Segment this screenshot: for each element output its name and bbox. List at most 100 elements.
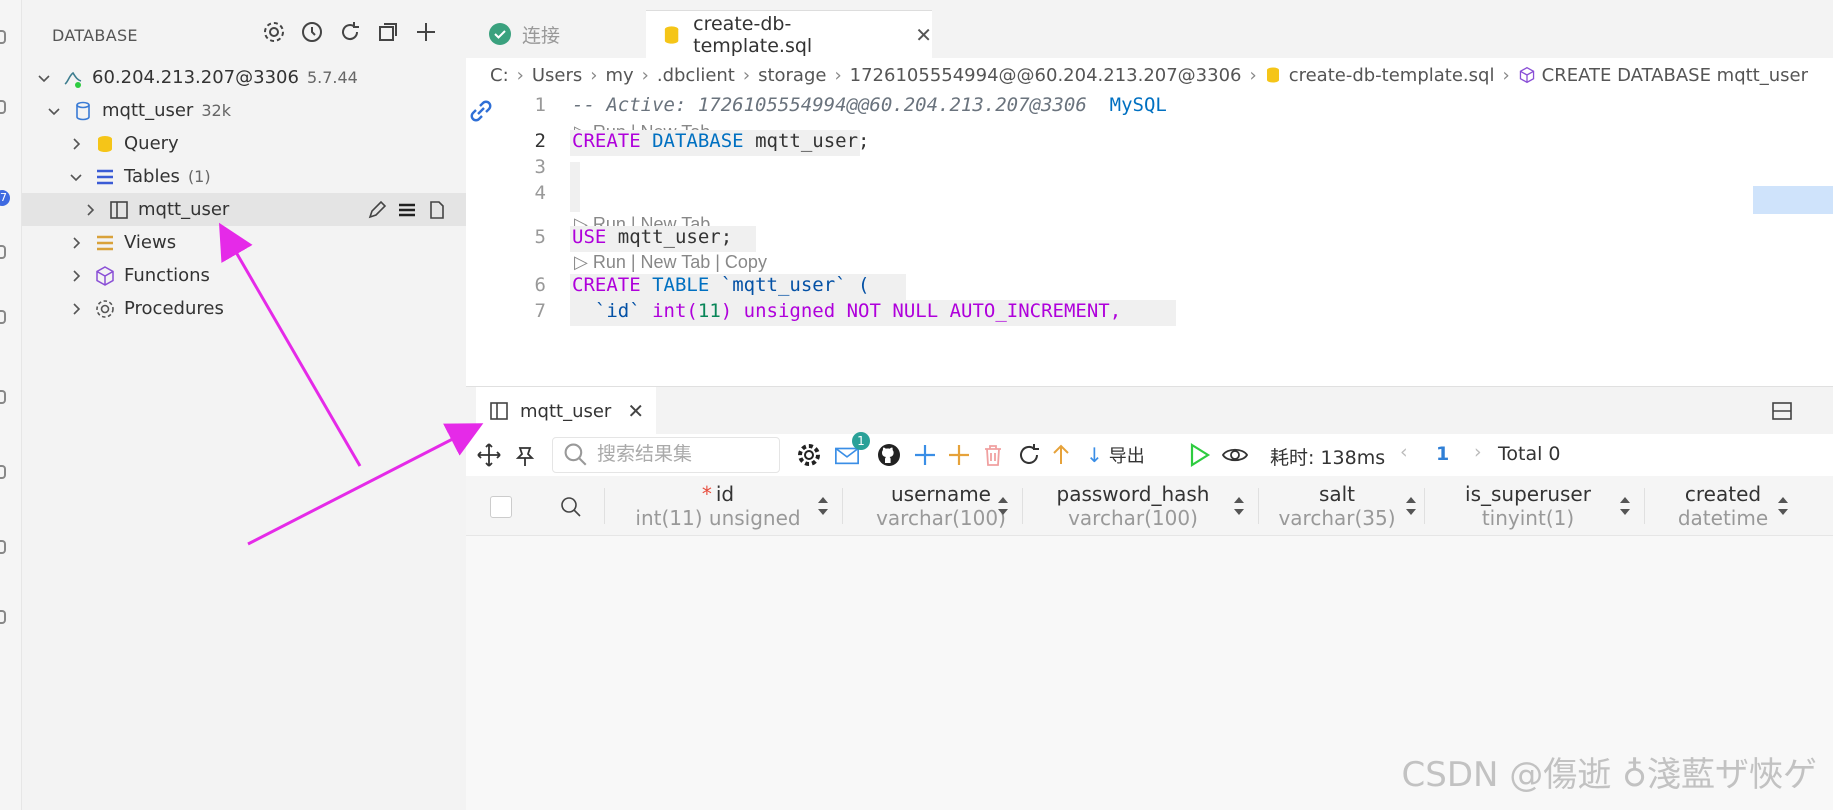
number: 11	[697, 300, 721, 322]
column-separator[interactable]	[1258, 488, 1259, 524]
breadcrumb-item[interactable]: create-db-template.sql	[1289, 65, 1495, 86]
mail-button[interactable]: 1	[834, 432, 870, 473]
delete-icon[interactable]	[980, 442, 1006, 468]
column-header-id[interactable]: * id int(11) unsigned	[606, 476, 830, 536]
breadcrumb-item[interactable]: Users	[532, 65, 582, 86]
split-layout-icon[interactable]	[1771, 401, 1793, 421]
database-sidebar: DATABASE 60.204.213.207@3306 5.7.44 mqtt…	[22, 0, 466, 810]
breadcrumb-item[interactable]: storage	[758, 65, 826, 86]
column-separator[interactable]	[1424, 488, 1425, 524]
link-icon[interactable]	[468, 98, 494, 124]
views-icon	[97, 235, 113, 250]
column-header-is-superuser[interactable]: is_superuser tinyint(1)	[1428, 476, 1628, 536]
sort-icon[interactable]	[1232, 494, 1246, 518]
explorer-icon[interactable]	[0, 30, 6, 44]
total-count: Total 0	[1498, 443, 1561, 465]
search-icon[interactable]	[560, 496, 582, 518]
sort-icon[interactable]	[996, 494, 1010, 518]
column-header-salt[interactable]: salt varchar(35)	[1262, 476, 1412, 536]
sort-icon[interactable]	[1404, 494, 1418, 518]
refresh-icon[interactable]	[1016, 442, 1042, 468]
github-icon[interactable]	[876, 442, 902, 468]
database-icon[interactable]	[0, 310, 6, 324]
column-header-password-hash[interactable]: password_hash varchar(100)	[1026, 476, 1240, 536]
prev-page-icon[interactable]: ‹	[1400, 441, 1408, 463]
pin-icon[interactable]	[512, 442, 538, 468]
column-name: username	[891, 482, 991, 506]
column-separator[interactable]	[604, 488, 605, 524]
settings-icon[interactable]	[262, 20, 286, 44]
codelens-label[interactable]: Run | New Tab | Copy	[593, 252, 767, 272]
select-all-checkbox[interactable]	[490, 496, 512, 518]
search-results-box[interactable]	[552, 437, 780, 473]
close-icon[interactable]: ✕	[915, 23, 932, 47]
identifier: `id`	[594, 300, 641, 322]
close-icon[interactable]: ✕	[627, 399, 644, 423]
add-row-icon[interactable]	[912, 442, 938, 468]
results-grid-body[interactable]: CSDN @傷逝 ♁淺藍ザ悏ゲ	[466, 536, 1833, 810]
refresh-icon[interactable]	[338, 20, 362, 44]
edit-icon[interactable]	[366, 199, 388, 221]
tab-create-db-template[interactable]: create-db-template.sql ✕	[646, 10, 932, 58]
run-icon[interactable]	[1186, 442, 1212, 468]
extension-icon[interactable]	[0, 245, 6, 259]
tree-item-views[interactable]: Views	[22, 226, 466, 259]
sort-icon[interactable]	[816, 494, 830, 518]
chevron-right-icon[interactable]	[68, 136, 84, 152]
tree-item-procedures[interactable]: Procedures	[22, 292, 466, 325]
tab-results-mqtt-user[interactable]: mqtt_user ✕	[476, 387, 657, 435]
terminal-icon[interactable]	[0, 540, 6, 554]
list-icon[interactable]	[396, 199, 418, 221]
sort-icon[interactable]	[1618, 494, 1632, 518]
code-editor[interactable]: 1 -- Active: 1726105554994@@60.204.213.2…	[466, 92, 1833, 386]
chevron-down-icon[interactable]	[36, 70, 52, 86]
chevron-right-icon[interactable]	[82, 202, 98, 218]
chevron-right-icon[interactable]	[68, 268, 84, 284]
next-page-icon[interactable]: ›	[1474, 441, 1482, 463]
breadcrumb-item[interactable]: 1726105554994@@60.204.213.207@3306	[850, 65, 1242, 86]
breadcrumb-item[interactable]: my	[605, 65, 633, 86]
minimap[interactable]	[1753, 186, 1833, 214]
upload-icon[interactable]	[1048, 442, 1074, 468]
code-line-1: -- Active: 1726105554994@@60.204.213.207…	[572, 94, 1167, 116]
export-button[interactable]: ↓ 导出	[1086, 442, 1145, 468]
line-number: 3	[534, 156, 546, 178]
tree-item-query[interactable]: Query	[22, 127, 466, 160]
search-results-input[interactable]	[597, 444, 777, 466]
debug-icon[interactable]	[0, 390, 6, 404]
chevron-down-icon[interactable]	[46, 103, 62, 119]
test-icon[interactable]	[0, 465, 6, 479]
breadcrumb-item[interactable]: CREATE DATABASE mqtt_user	[1542, 65, 1808, 86]
chevron-right-icon[interactable]	[68, 301, 84, 317]
mail-badge: 1	[852, 432, 870, 450]
tree-connection[interactable]: 60.204.213.207@3306 5.7.44	[22, 61, 466, 94]
tab-connection[interactable]: 连接	[480, 10, 640, 58]
codelens[interactable]: ▷ Run | New Tab | Copy	[574, 252, 767, 273]
breadcrumb-item[interactable]: .dbclient	[657, 65, 735, 86]
tree-item-label: Views	[124, 232, 177, 253]
row-tools	[366, 199, 448, 221]
chevron-right-icon[interactable]	[68, 235, 84, 251]
move-icon[interactable]	[476, 442, 502, 468]
eye-icon[interactable]	[1222, 442, 1248, 468]
collapse-all-icon[interactable]	[376, 20, 400, 44]
breadcrumb-item[interactable]: C:	[490, 65, 509, 86]
chevron-down-icon[interactable]	[68, 169, 84, 185]
column-type: tinyint(1)	[1481, 506, 1575, 530]
add-column-icon[interactable]	[946, 442, 972, 468]
tree-item-table-mqtt-user[interactable]: mqtt_user	[22, 193, 466, 226]
search-icon[interactable]	[0, 100, 6, 114]
sort-icon[interactable]	[1776, 494, 1790, 518]
column-separator[interactable]	[842, 488, 843, 524]
tree-item-tables[interactable]: Tables (1)	[22, 160, 466, 193]
history-icon[interactable]	[300, 20, 324, 44]
tree-database[interactable]: mqtt_user 32k	[22, 94, 466, 127]
add-connection-icon[interactable]	[414, 20, 438, 44]
file-icon[interactable]	[426, 199, 448, 221]
column-separator[interactable]	[1022, 488, 1023, 524]
tree-item-functions[interactable]: Functions	[22, 259, 466, 292]
column-separator[interactable]	[1644, 488, 1645, 524]
more-icon[interactable]	[0, 610, 6, 624]
tree-item-label: mqtt_user	[138, 199, 230, 220]
settings-icon[interactable]	[796, 442, 822, 468]
